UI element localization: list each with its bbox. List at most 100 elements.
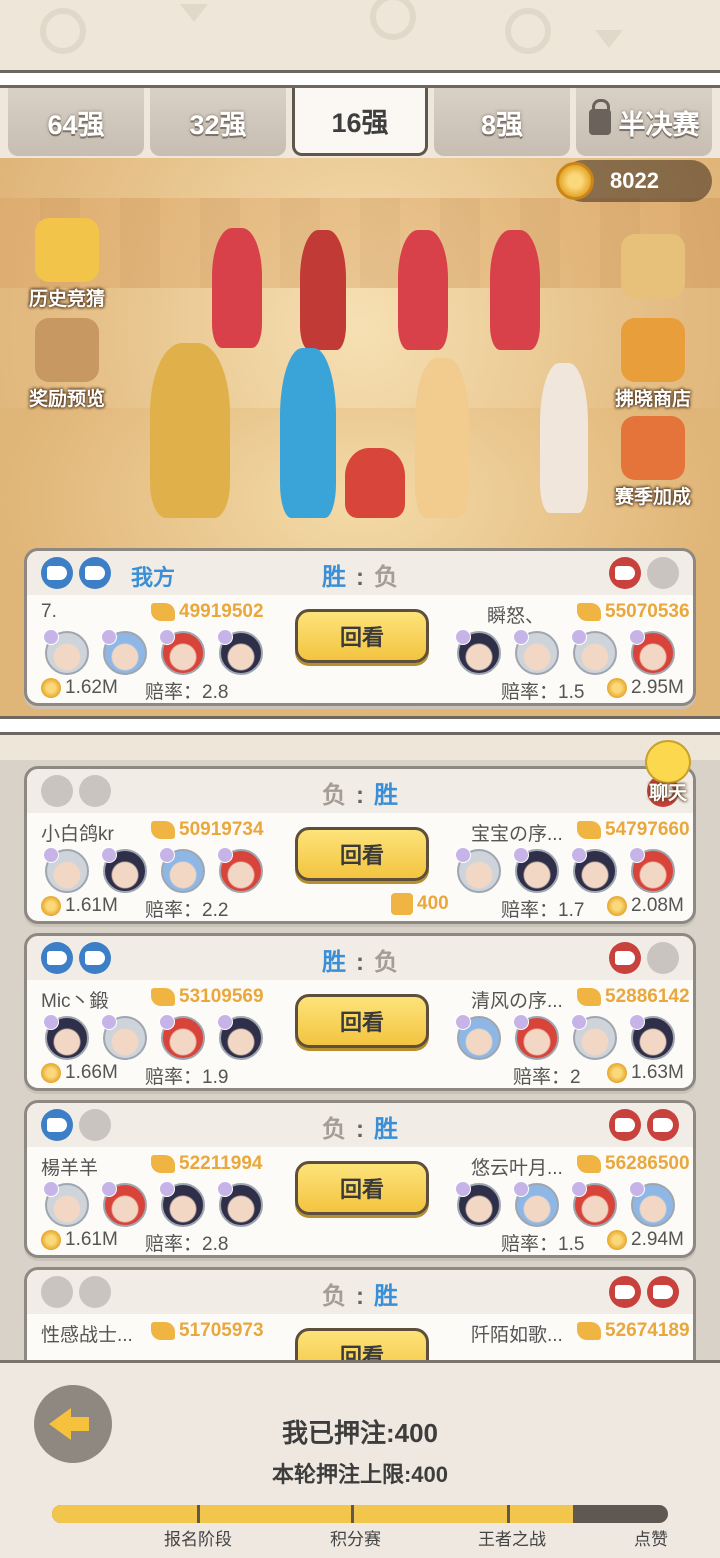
hero-avatar[interactable] — [43, 1014, 89, 1060]
hero-avatar[interactable] — [43, 847, 89, 893]
coin-icon — [607, 1230, 627, 1250]
match-card: 负:胜 楊羊羊 52211994 悠云叶月... 56286500 回看 1.6… — [24, 1100, 696, 1258]
replay-button[interactable]: 回看 — [295, 994, 429, 1048]
notice-button[interactable] — [598, 234, 708, 298]
lock-icon — [588, 99, 611, 135]
currency-display: 8022 — [556, 160, 712, 202]
gold-coin-icon — [556, 162, 594, 200]
left-power: 49919502 — [151, 601, 264, 623]
my-bet-text: 我已押注:400 — [281, 1418, 439, 1448]
replay-button[interactable]: 回看 — [295, 609, 429, 663]
play-icon — [35, 218, 99, 282]
hero-avatar[interactable] — [513, 629, 559, 675]
hero-avatar[interactable] — [159, 1014, 205, 1060]
right-badges — [609, 1276, 679, 1308]
right-odds: 赔率：1.7 — [501, 900, 585, 921]
replay-button[interactable]: 回看 — [295, 827, 429, 881]
hero-avatar[interactable] — [217, 629, 263, 675]
win-badge-icon — [609, 1109, 641, 1141]
tab-32[interactable]: 32强 — [150, 88, 286, 156]
right-badges — [609, 557, 679, 589]
shield-plus-icon — [621, 416, 685, 480]
tab-64[interactable]: 64强 — [8, 88, 144, 156]
tab-label: 半决赛 — [618, 109, 700, 140]
match-result: 负:胜 — [322, 1116, 398, 1143]
hero-avatar[interactable] — [455, 629, 501, 675]
stage-segment — [510, 1505, 576, 1523]
hero-avatar[interactable] — [629, 1014, 675, 1060]
right-bet-amount: 2.08M — [607, 895, 684, 917]
chat-label: 聊天 — [648, 783, 687, 804]
hero-avatar[interactable] — [571, 847, 617, 893]
hero-avatar[interactable] — [629, 629, 675, 675]
character — [398, 230, 448, 350]
hero-avatar[interactable] — [455, 1014, 501, 1060]
match-list[interactable]: 负:胜 小白鸽kr 50919734 宝宝の序... 54797660 回看 1… — [0, 760, 720, 1360]
hero-avatar[interactable] — [159, 1181, 205, 1227]
hero-avatar[interactable] — [513, 847, 559, 893]
hero-avatar[interactable] — [217, 847, 263, 893]
hero-avatar[interactable] — [455, 1181, 501, 1227]
left-player-name: 小白鸽kr — [41, 824, 114, 845]
shop-crown-icon — [621, 318, 685, 382]
hero-avatar[interactable] — [217, 1014, 263, 1060]
hero-avatar[interactable] — [43, 1181, 89, 1227]
history-guess-button[interactable]: 历史竞猜 — [12, 218, 122, 311]
tab-8[interactable]: 8强 — [434, 88, 570, 156]
footer-panel: 我已押注:400 本轮押注上限:400 报名阶段 积分赛 王者之战 点赞 — [0, 1360, 720, 1558]
stage-label: 积分赛 — [330, 1530, 381, 1549]
thumbs-up-icon — [391, 893, 413, 915]
hero-avatar[interactable] — [217, 1181, 263, 1227]
reward-preview-button[interactable]: 奖励预览 — [12, 318, 122, 411]
hero-avatar[interactable] — [101, 1181, 147, 1227]
right-player-name: 阡陌如歌... — [471, 1325, 563, 1346]
tab-16[interactable]: 16强 — [292, 88, 428, 156]
history-guess-label: 历史竞猜 — [28, 289, 105, 310]
replay-button[interactable]: 回看 — [295, 1161, 429, 1215]
hero-avatar[interactable] — [571, 1014, 617, 1060]
season-bonus-button[interactable]: 赛季加成 — [598, 416, 708, 509]
hero-avatar[interactable] — [101, 1014, 147, 1060]
power-icon — [577, 821, 601, 839]
hero-avatar[interactable] — [159, 847, 205, 893]
right-power: 56286500 — [577, 1153, 690, 1175]
replay-button[interactable]: 回看 — [295, 1328, 429, 1360]
power-icon — [577, 1155, 601, 1173]
right-team-avatars — [455, 1014, 675, 1060]
season-bonus-label: 赛季加成 — [614, 487, 691, 508]
empty-badge-icon — [647, 557, 679, 589]
power-icon — [151, 1155, 175, 1173]
hero-avatar[interactable] — [513, 1181, 559, 1227]
treasure-chest-icon — [35, 318, 99, 382]
left-team-avatars — [43, 847, 263, 893]
dawn-shop-button[interactable]: 拂晓商店 — [598, 318, 708, 411]
left-player-name: Mic丶鍛 — [41, 991, 109, 1012]
right-power: 54797660 — [577, 819, 690, 841]
right-odds: 赔率：2 — [513, 1067, 581, 1088]
left-power: 52211994 — [151, 1153, 263, 1175]
hero-avatar[interactable] — [513, 1014, 559, 1060]
empty-badge-icon — [647, 942, 679, 974]
hero-avatar[interactable] — [629, 1181, 675, 1227]
coin-icon — [41, 1063, 61, 1083]
hero-avatar[interactable] — [43, 629, 89, 675]
match-result: 胜:负 — [322, 564, 398, 591]
hero-avatar[interactable] — [571, 629, 617, 675]
right-player-name: 宝宝の序... — [471, 824, 563, 845]
chat-button[interactable]: 聊天 — [630, 740, 706, 805]
tab-semifinal[interactable]: 半决赛 — [576, 88, 712, 156]
dawn-shop-label: 拂晓商店 — [614, 389, 691, 410]
right-badges — [609, 942, 679, 974]
hero-avatar[interactable] — [101, 629, 147, 675]
hero-avatar[interactable] — [571, 1181, 617, 1227]
hero-avatar[interactable] — [629, 847, 675, 893]
hero-avatar[interactable] — [159, 629, 205, 675]
right-player-name: 清风の序... — [471, 991, 563, 1012]
hero-avatar[interactable] — [455, 847, 501, 893]
left-bet-amount: 1.61M — [41, 895, 118, 917]
currency-amount: 8022 — [610, 168, 659, 193]
like-count[interactable]: 400 — [391, 893, 449, 915]
header-border — [0, 70, 720, 88]
hero-avatar[interactable] — [101, 847, 147, 893]
tab-label: 32强 — [189, 109, 247, 140]
